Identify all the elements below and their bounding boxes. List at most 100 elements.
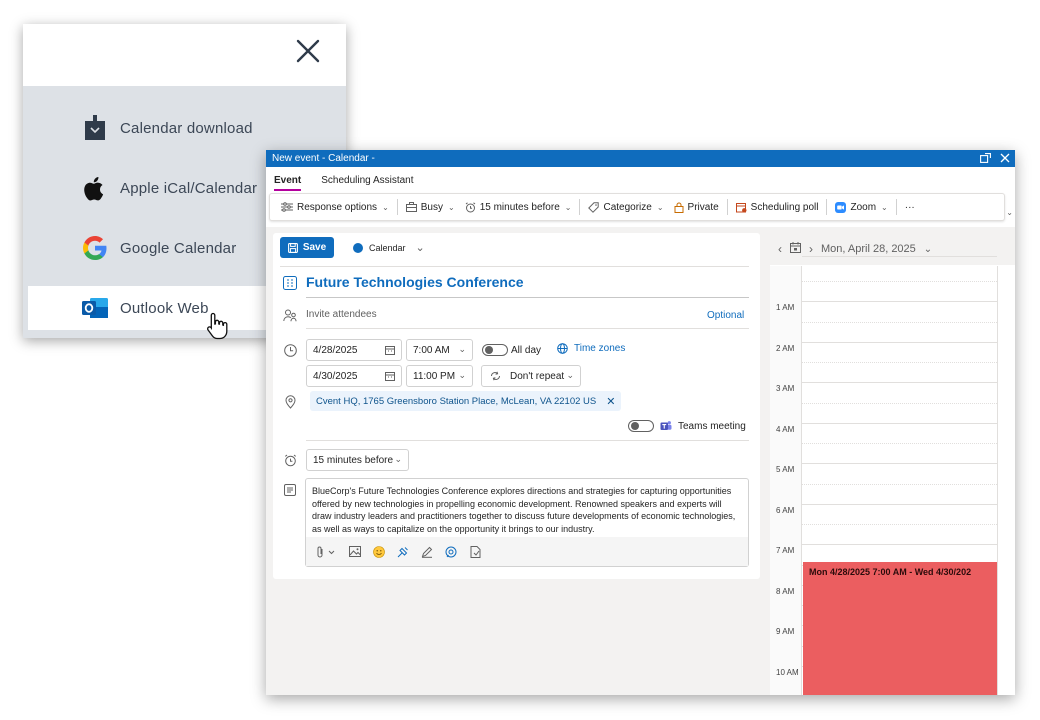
save-icon: [287, 242, 298, 253]
hour-label: 1 AM: [776, 303, 795, 312]
half-hour-line: [802, 321, 997, 323]
location-icon: [283, 395, 297, 409]
start-date-field[interactable]: 4/28/2025: [306, 339, 402, 361]
divider: [306, 328, 749, 329]
scheduling-poll-label: Scheduling poll: [750, 201, 819, 213]
editor-toolbar: [306, 537, 748, 566]
zoom-label: Zoom: [850, 201, 877, 213]
window-close-icon[interactable]: [998, 151, 1012, 165]
half-hour-line: [802, 443, 997, 444]
event-form: Save Calendar ⌄ Future Technologies Conf…: [273, 233, 760, 579]
reminder-value: 15 minutes before: [313, 454, 394, 466]
chevron-down-icon: ⌄: [448, 202, 455, 212]
insert-image-icon[interactable]: [348, 545, 362, 559]
google-icon: [81, 234, 109, 262]
briefcase-icon: [405, 202, 417, 212]
hour-label: 5 AM: [776, 465, 795, 474]
calendar-download-icon: [81, 114, 109, 142]
alarm-clock-icon: [283, 453, 297, 467]
repeat-dropdown[interactable]: Don't repeat ⌄: [481, 365, 581, 387]
zoom-button[interactable]: Zoom ⌄: [830, 196, 892, 218]
chevron-down-icon: ⌄: [566, 370, 574, 380]
divider: [280, 266, 749, 267]
time-zones-link[interactable]: Time zones: [557, 343, 625, 354]
window-titlebar: New event - Calendar -: [266, 150, 1015, 167]
teams-meeting-label: Teams meeting: [678, 421, 746, 432]
attach-icon[interactable]: [316, 545, 338, 559]
half-hour-line: [802, 281, 997, 282]
hour-label: 4 AM: [776, 424, 795, 434]
half-hour-line: [802, 483, 997, 485]
event-tabs: Event Scheduling Assistant: [266, 167, 1015, 191]
close-icon[interactable]: [295, 38, 321, 64]
reminder-button[interactable]: 15 minutes before ⌄: [460, 196, 577, 218]
calendar-picker[interactable]: Calendar ⌄: [353, 241, 425, 254]
categorize-button[interactable]: Categorize ⌄: [583, 196, 668, 218]
ribbon-toolbar: Response options ⌄ Busy ⌄ 15 minutes bef…: [269, 193, 1005, 221]
previous-day-icon[interactable]: ‹: [778, 242, 782, 256]
start-time-field[interactable]: 7:00 AM ⌄: [406, 339, 473, 361]
chevron-down-icon: ⌄: [415, 242, 425, 254]
next-day-icon[interactable]: ›: [809, 242, 813, 256]
reminder-dropdown[interactable]: 15 minutes before ⌄: [306, 449, 409, 471]
alarm-icon: [465, 201, 476, 212]
end-time-field[interactable]: 11:00 PM ⌄: [406, 365, 473, 387]
repeat-icon: [491, 371, 500, 381]
calendar-download-option[interactable]: Calendar download: [23, 106, 346, 150]
new-event-window: New event - Calendar - Event Scheduling …: [266, 150, 1015, 695]
hour-label: 8 AM: [776, 586, 795, 596]
end-date-field[interactable]: 4/30/2025: [306, 365, 402, 387]
apple-icon: [81, 174, 109, 202]
response-options-button[interactable]: Response options ⌄: [276, 196, 394, 218]
grid-edge: [997, 266, 998, 695]
option-label: Outlook Web: [120, 299, 209, 317]
save-button[interactable]: Save: [280, 237, 334, 258]
busy-button[interactable]: Busy ⌄: [401, 196, 460, 218]
emoji-icon[interactable]: [372, 545, 386, 559]
tab-scheduling-assistant[interactable]: Scheduling Assistant: [321, 175, 413, 191]
popout-icon[interactable]: [978, 151, 992, 165]
hour-label: 2 AM: [776, 343, 795, 353]
hour-line: [802, 301, 997, 302]
half-hour-line: [802, 402, 997, 404]
draw-icon[interactable]: [420, 545, 434, 559]
teams-meeting-toggle[interactable]: [628, 420, 654, 432]
hour-line: [802, 463, 997, 464]
scheduling-poll-button[interactable]: Scheduling poll: [731, 196, 824, 218]
title-underline: [306, 297, 749, 298]
window-title: New event - Calendar -: [272, 153, 375, 164]
private-button[interactable]: Private: [669, 196, 724, 218]
chevron-down-icon: ⌄: [564, 202, 572, 212]
today-icon[interactable]: [790, 242, 801, 256]
calendar-event-block[interactable]: Mon 4/28/2025 7:00 AM - Wed 4/30/202: [803, 562, 997, 695]
invite-attendees-input[interactable]: Invite attendees: [306, 309, 377, 320]
remove-location-icon[interactable]: ✕: [606, 395, 615, 408]
event-title-input[interactable]: Future Technologies Conference: [306, 274, 524, 290]
option-label: Google Calendar: [120, 239, 237, 257]
hour-grid[interactable]: 1 AM 2 AM 3 AM 4 AM 5 AM 6 AM 7 AM 8 AM 9 AM 10 A…: [770, 255, 1015, 695]
location-value: Cvent HQ, 1765 Greensboro Station Place,…: [316, 395, 597, 407]
start-date-value: 4/28/2025: [313, 344, 358, 356]
insert-file-icon[interactable]: [468, 545, 482, 559]
tag-icon: [588, 201, 600, 213]
hour-line: [802, 255, 997, 257]
more-options-button[interactable]: ···: [900, 196, 920, 218]
hand-cursor-icon: [205, 311, 231, 341]
time-zones-label: Time zones: [574, 343, 626, 354]
copilot-icon[interactable]: [444, 545, 458, 559]
hour-line: [802, 341, 997, 343]
tab-event[interactable]: Event: [274, 175, 302, 191]
description-text[interactable]: BlueCorp's Future Technologies Conferenc…: [312, 485, 742, 536]
calendar-date-label[interactable]: Mon, April 28, 2025: [821, 243, 916, 255]
option-label: Apple iCal/Calendar: [120, 179, 258, 197]
chevron-down-icon: ⌄: [458, 344, 466, 354]
location-chip[interactable]: Cvent HQ, 1765 Greensboro Station Place,…: [310, 391, 622, 411]
popup-header: [23, 24, 346, 86]
all-day-toggle[interactable]: [482, 344, 508, 356]
optional-attendees-link[interactable]: Optional: [707, 310, 744, 321]
hour-line: [802, 382, 997, 383]
ribbon-expand-icon[interactable]: ⌄: [1006, 208, 1013, 217]
description-editor[interactable]: BlueCorp's Future Technologies Conferenc…: [305, 478, 749, 567]
format-painter-icon[interactable]: [396, 545, 410, 559]
zoom-icon: [835, 201, 847, 213]
